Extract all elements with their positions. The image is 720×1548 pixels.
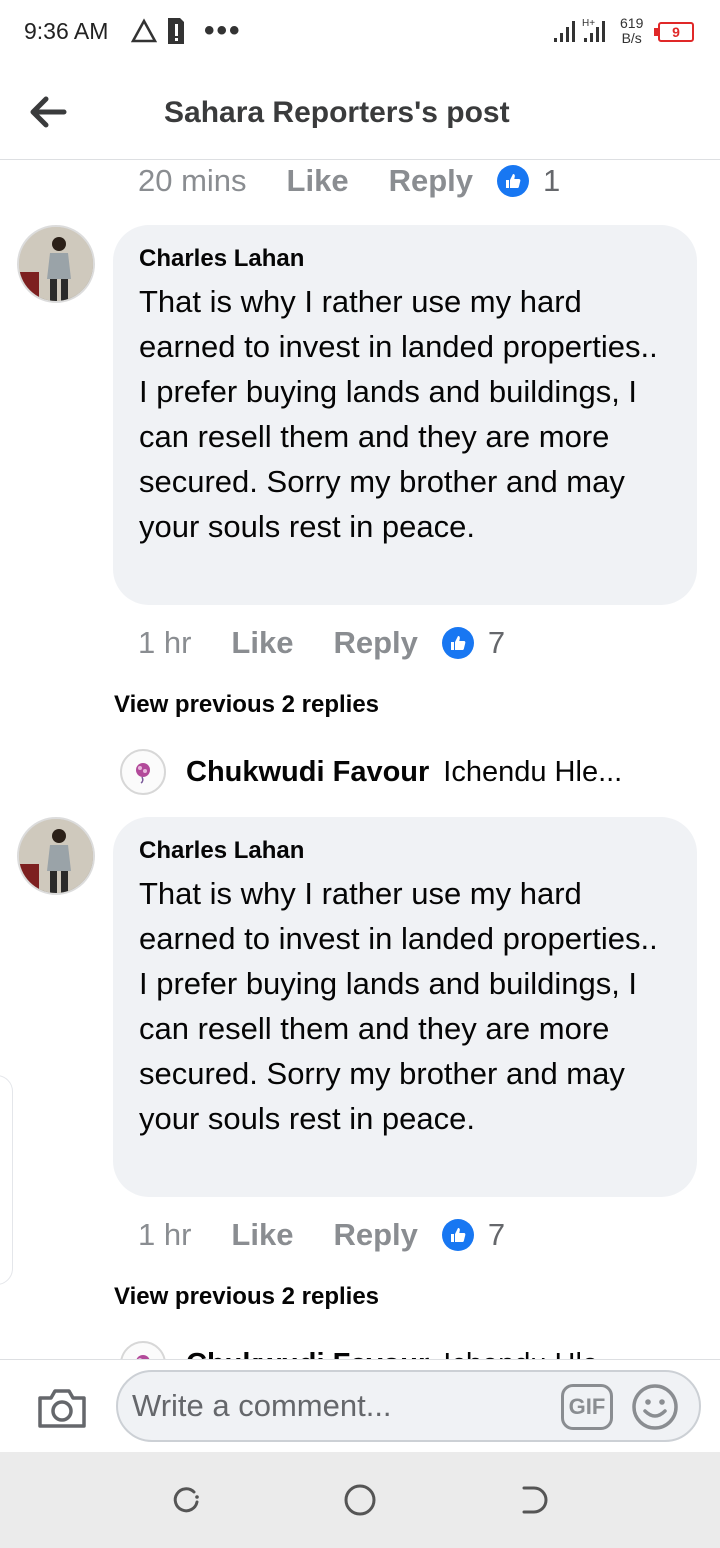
home-icon[interactable] [342,1482,378,1518]
comment-time: 1 hr [138,1217,192,1252]
avatar [120,1341,166,1359]
view-previous-replies-link[interactable]: View previous 2 replies [114,691,379,719]
comment-text: That is why I rather use my hard earned … [139,876,658,1136]
brain-logo-icon [136,763,150,784]
avatar [120,749,166,795]
reply-link[interactable]: Reply [389,163,473,199]
post-header: Sahara Reporters's post [0,64,720,160]
comment-author[interactable]: Charles Lahan [139,245,673,273]
signal-icon: H+ [554,18,605,42]
status-bar: 9:36 AM ••• H+ 619 B/s 9 [0,0,720,64]
view-previous-replies-link[interactable]: View previous 2 replies [114,1283,379,1311]
reaction-count: 1 [543,163,561,198]
reply-text: Ichendu Hle... [443,755,623,788]
reply-preview[interactable]: Chukwudi Favour Ichendu Hle [120,1339,680,1359]
comment-actions: 1 hr Like Reply 7 [138,1215,505,1255]
like-reaction-icon[interactable] [497,165,529,197]
comment-bubble[interactable]: Charles Lahan That is why I rather use m… [113,817,697,1197]
gif-button[interactable]: GIF [561,1384,613,1430]
avatar[interactable] [17,225,95,303]
brain-logo-icon [136,1355,150,1359]
reaction-count: 7 [487,1217,506,1252]
arrow-left-icon[interactable] [26,90,70,134]
reaction-count: 7 [487,625,506,660]
like-reaction-icon[interactable] [441,627,474,659]
svg-text:H+: H+ [582,18,595,29]
reply-author[interactable]: Chukwudi Favour [186,1348,429,1360]
comment-actions: 1 hr Like Reply 7 [138,623,505,663]
battery-icon: 9 [654,22,694,42]
reply-link[interactable]: Reply [333,1217,417,1253]
reply-text: Ichendu Hle [443,1348,680,1360]
person-photo-icon [19,819,93,893]
like-link[interactable]: Like [231,625,293,661]
comments-feed[interactable]: 20 mins Like Reply 1 Charles Lahan That … [0,161,720,1359]
emoji-icon[interactable] [630,1382,680,1432]
comment-time: 1 hr [138,625,192,660]
system-nav-bar [0,1452,720,1548]
like-link[interactable]: Like [231,1217,293,1253]
recent-apps-icon[interactable] [168,1482,204,1518]
comment-bubble[interactable]: Charles Lahan That is why I rather use m… [113,225,697,605]
more-notifications-icon: ••• [204,14,242,47]
person-photo-icon [19,227,93,301]
floating-chat-handle[interactable] [0,1075,13,1285]
like-link[interactable]: Like [287,163,349,199]
reply-preview[interactable]: Chukwudi Favour Ichendu Hle... [120,747,680,797]
camera-icon[interactable] [36,1386,88,1430]
comment-input[interactable] [116,1370,701,1442]
reply-author[interactable]: Chukwudi Favour [186,756,429,789]
page-title: Sahara Reporters's post [164,96,510,129]
sim-alert-icon [168,18,184,44]
comment-composer: GIF [0,1359,720,1452]
comment-author[interactable]: Charles Lahan [139,837,673,865]
comment-text: That is why I rather use my hard earned … [139,284,658,544]
avatar[interactable] [17,817,95,895]
back-icon[interactable] [516,1482,552,1518]
network-speed: 619 B/s [620,15,644,46]
reply-link[interactable]: Reply [333,625,417,661]
comment-actions: 20 mins Like Reply 1 [138,161,560,201]
like-reaction-icon[interactable] [441,1219,474,1251]
status-time: 9:36 AM [24,18,109,44]
warning-icon [131,18,157,43]
comment-time: 20 mins [138,163,247,198]
